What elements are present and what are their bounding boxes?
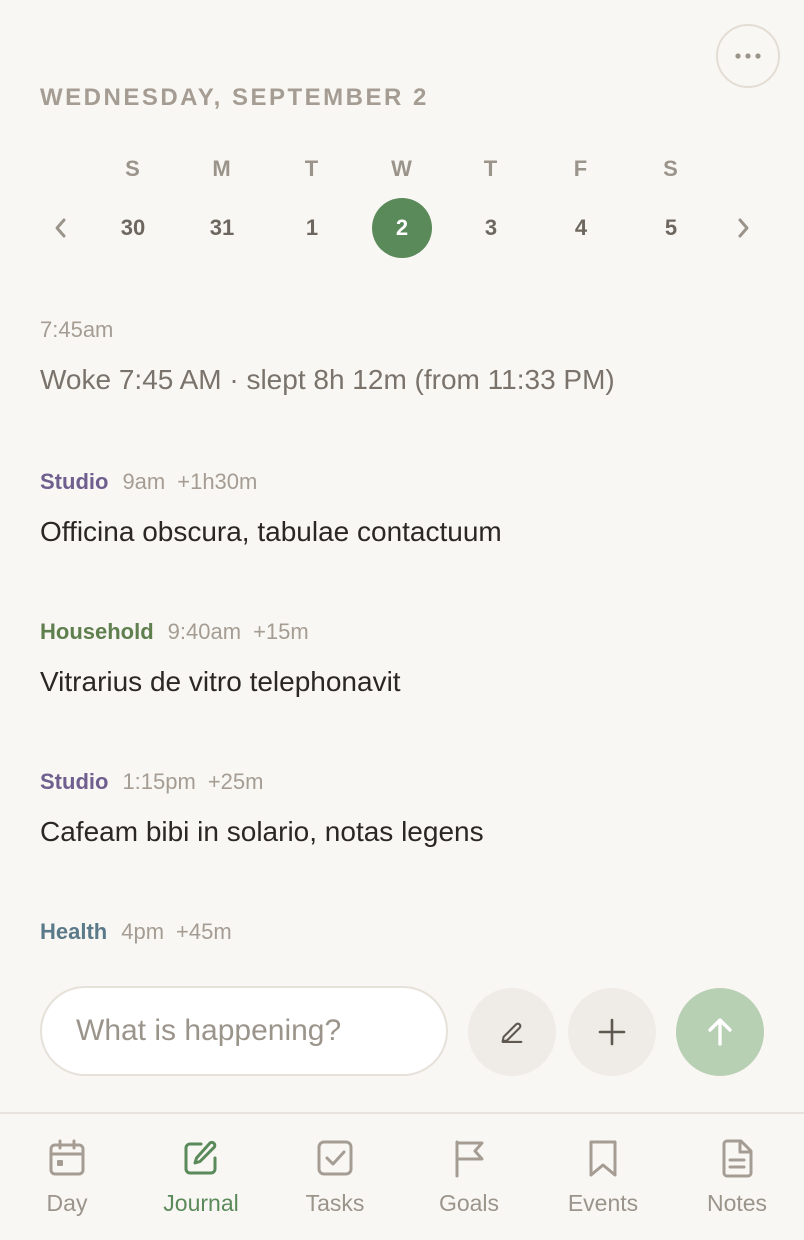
weekday-letter: S <box>125 156 141 181</box>
composer-input[interactable] <box>40 986 448 1076</box>
date-heading: WEDNESDAY, SEPTEMBER 2 <box>40 84 429 111</box>
entry-time: 4pm <box>121 919 165 944</box>
entry-meta: Studio 1:15pm +25m <box>40 768 764 796</box>
tab-label: Day <box>46 1190 88 1216</box>
journal-entry[interactable]: 7:45am Woke 7:45 AM · slept 8h 12m (from… <box>40 316 764 398</box>
chevron-right-icon <box>738 218 749 238</box>
calendar-icon <box>45 1136 89 1180</box>
edit-note-icon <box>179 1136 223 1180</box>
send-button[interactable] <box>676 988 764 1076</box>
entry-text: Vitrarius de vitro telephonavit <box>40 666 401 697</box>
weekday-letter: W <box>391 156 413 181</box>
pencil-icon <box>501 1022 523 1043</box>
entry-duration: +25m <box>207 769 264 794</box>
tab-label: Goals <box>438 1190 500 1216</box>
entry-meta: Health 4pm +45m <box>40 918 764 946</box>
weekday-letter: S <box>663 156 679 181</box>
entry-meta: 7:45am <box>40 316 764 344</box>
entry-category: Studio <box>40 769 109 794</box>
tab-label: Notes <box>706 1190 768 1216</box>
arrow-up-icon <box>708 1018 732 1046</box>
entry-time: 7:45am <box>40 317 114 342</box>
more-options-button[interactable] <box>716 24 780 88</box>
flag-icon <box>447 1136 491 1180</box>
journal-entry[interactable]: Household 9:40am +15m Vitrarius de vitro t… <box>40 618 764 700</box>
weekday-letter: T <box>304 156 320 181</box>
day-2-selected[interactable]: 2 <box>372 198 432 258</box>
checkbox-icon <box>313 1136 357 1180</box>
tab-events[interactable]: Events <box>536 1136 670 1226</box>
add-entry-button[interactable] <box>568 988 656 1076</box>
entry-meta: Studio 9am +1h30m <box>40 468 764 496</box>
entry-time: 1:15pm <box>122 769 196 794</box>
entry-time: 9:40am <box>167 619 242 644</box>
entry-text: Officina obscura, tabulae contactuum <box>40 516 502 547</box>
entry-text: Woke 7:45 AM · slept 8h 12m (from 11:33 … <box>40 364 615 395</box>
entry-meta: Household 9:40am +15m <box>40 618 764 646</box>
weekday-letter: M <box>212 156 232 181</box>
week-strip: S M T W T F S 30 31 1 2 3 4 5 <box>40 156 764 266</box>
bookmark-icon <box>581 1136 625 1180</box>
entry-category: Studio <box>40 469 109 494</box>
day-31[interactable]: 31 <box>192 198 252 258</box>
day-30[interactable]: 30 <box>103 198 163 258</box>
entry-duration: +15m <box>253 619 309 644</box>
tab-tasks[interactable]: Tasks <box>268 1136 402 1226</box>
journal-entry[interactable]: Studio 1:15pm +25m Cafeam bibi in solario,… <box>40 768 764 850</box>
tab-label: Tasks <box>305 1190 365 1216</box>
journal-feed[interactable]: 7:45am Woke 7:45 AM · slept 8h 12m (from… <box>40 316 764 968</box>
entry-category: Health <box>40 919 108 944</box>
entry-category: Household <box>40 619 154 644</box>
day-5[interactable]: 5 <box>641 198 701 258</box>
plus-icon <box>598 1018 626 1046</box>
tab-label: Events <box>567 1190 639 1216</box>
bottom-tab-bar: Day Journal Tasks Goals Events Notes <box>0 1112 804 1240</box>
prev-week-button[interactable] <box>40 198 80 258</box>
edit-entry-button[interactable] <box>468 988 556 1076</box>
entry-duration: +1h30m <box>177 469 258 494</box>
journal-entry[interactable]: Health 4pm +45m <box>40 918 764 946</box>
day-4[interactable]: 4 <box>551 198 611 258</box>
day-1[interactable]: 1 <box>282 198 342 258</box>
day-3[interactable]: 3 <box>461 198 521 258</box>
weekday-letter: F <box>573 156 589 181</box>
tab-label: Journal <box>163 1190 239 1216</box>
entry-duration: +45m <box>176 919 232 944</box>
journal-entry[interactable]: Studio 9am +1h30m Officina obscura, tabula… <box>40 468 764 550</box>
weekday-letter: T <box>483 156 499 181</box>
tab-notes[interactable]: Notes <box>670 1136 804 1226</box>
tab-day[interactable]: Day <box>0 1136 134 1226</box>
tab-journal[interactable]: Journal <box>134 1136 268 1226</box>
next-week-button[interactable] <box>724 198 764 258</box>
document-icon <box>715 1136 759 1180</box>
entry-time: 9am <box>122 469 166 494</box>
entry-text: Cafeam bibi in solario, notas legens <box>40 816 484 847</box>
tab-goals[interactable]: Goals <box>402 1136 536 1226</box>
chevron-left-icon <box>55 218 66 238</box>
ellipsis-icon <box>735 53 761 59</box>
